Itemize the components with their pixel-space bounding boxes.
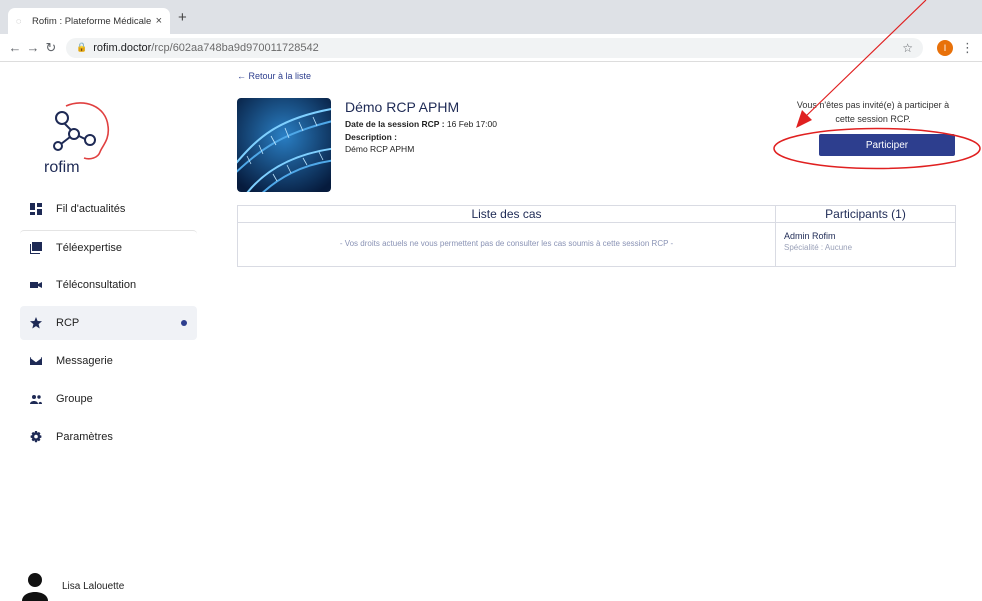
back-arrow-icon[interactable]: ← xyxy=(6,40,24,55)
annotation-ellipse xyxy=(773,127,981,170)
mail-icon xyxy=(30,357,42,365)
library-icon xyxy=(30,241,42,254)
cases-column: Liste des cas - Vos droits actuels ne vo… xyxy=(238,206,776,266)
group-icon xyxy=(30,395,42,404)
sidebar-item-label: Téléconsultation xyxy=(56,279,137,291)
annotation-arrow xyxy=(796,0,927,128)
session-thumbnail xyxy=(237,98,331,192)
active-indicator-dot xyxy=(181,320,187,326)
participant-name[interactable]: Admin Rofim xyxy=(784,231,955,241)
forward-arrow-icon[interactable]: → xyxy=(24,40,42,55)
session-panel: Liste des cas - Vos droits actuels ne vo… xyxy=(237,205,956,267)
sidebar-item-messagerie[interactable]: Messagerie xyxy=(20,344,197,378)
tab-favicon-icon: ◌ xyxy=(16,16,22,26)
sidebar-item-label: RCP xyxy=(56,317,80,329)
new-tab-icon[interactable]: + xyxy=(178,9,187,26)
browser-menu-icon[interactable]: ⋮ xyxy=(961,40,974,56)
sidebar-item-groupe[interactable]: Groupe xyxy=(20,382,197,416)
browser-tab[interactable]: ◌ Rofim : Plateforme Médicale, T × xyxy=(8,8,170,34)
url-path: /rcp/602aa748ba9d970011728542 xyxy=(151,41,319,54)
session-date-value: 16 Feb 17:00 xyxy=(446,119,498,129)
sidebar-item-parametres[interactable]: Paramètres xyxy=(20,420,197,454)
session-title: Démo RCP APHM xyxy=(345,99,460,115)
logo-text: rofim xyxy=(44,159,80,176)
participants-header: Participants (1) xyxy=(776,206,955,223)
sidebar: rofim Fil d'actualités Téléexpertise Tél… xyxy=(0,62,210,601)
description-value: Démo RCP APHM xyxy=(345,144,415,154)
user-avatar-icon xyxy=(22,573,48,601)
current-user[interactable]: Lisa Lalouette xyxy=(22,572,124,601)
profile-avatar[interactable]: I xyxy=(937,39,953,56)
description-label: Description : xyxy=(345,132,397,142)
session-date: Date de la session RCP : 16 Feb 17:00 xyxy=(345,119,497,129)
sidebar-item-label: Groupe xyxy=(56,393,93,405)
cases-header: Liste des cas xyxy=(238,206,775,223)
sidebar-item-teleconsultation[interactable]: Téléconsultation xyxy=(20,268,197,302)
sidebar-item-rcp[interactable]: RCP xyxy=(20,306,197,340)
dashboard-icon xyxy=(30,203,42,215)
gear-icon xyxy=(30,431,42,443)
tab-title: Rofim : Plateforme Médicale, T xyxy=(32,15,152,27)
sidebar-item-label: Fil d'actualités xyxy=(56,203,126,215)
sidebar-item-fil-actualites[interactable]: Fil d'actualités xyxy=(20,192,197,226)
url-host: rofim.doctor xyxy=(93,41,152,54)
session-date-label: Date de la session RCP : xyxy=(345,119,445,129)
video-camera-icon xyxy=(30,282,42,288)
sidebar-item-label: Messagerie xyxy=(56,355,113,367)
tab-close-icon[interactable]: × xyxy=(156,15,162,27)
star-icon xyxy=(30,317,42,329)
cases-permission-message: - Vos droits actuels ne vous permettent … xyxy=(339,239,674,248)
lock-icon: 🔒 xyxy=(76,42,88,52)
participants-column: Participants (1) Admin Rofim Spécialité … xyxy=(776,206,955,266)
back-to-list-link[interactable]: ← Retour à la liste xyxy=(237,71,311,81)
rofim-logo: rofim xyxy=(44,102,110,176)
participant-specialty: Spécialité : Aucune xyxy=(784,243,853,252)
sidebar-item-teleexpertise[interactable]: Téléexpertise xyxy=(20,230,197,264)
reload-icon[interactable]: ↻ xyxy=(42,40,60,56)
sidebar-item-label: Paramètres xyxy=(56,431,113,443)
user-name: Lisa Lalouette xyxy=(62,581,125,592)
sidebar-nav: Fil d'actualités Téléexpertise Téléconsu… xyxy=(20,192,197,458)
sidebar-item-label: Téléexpertise xyxy=(56,241,123,254)
